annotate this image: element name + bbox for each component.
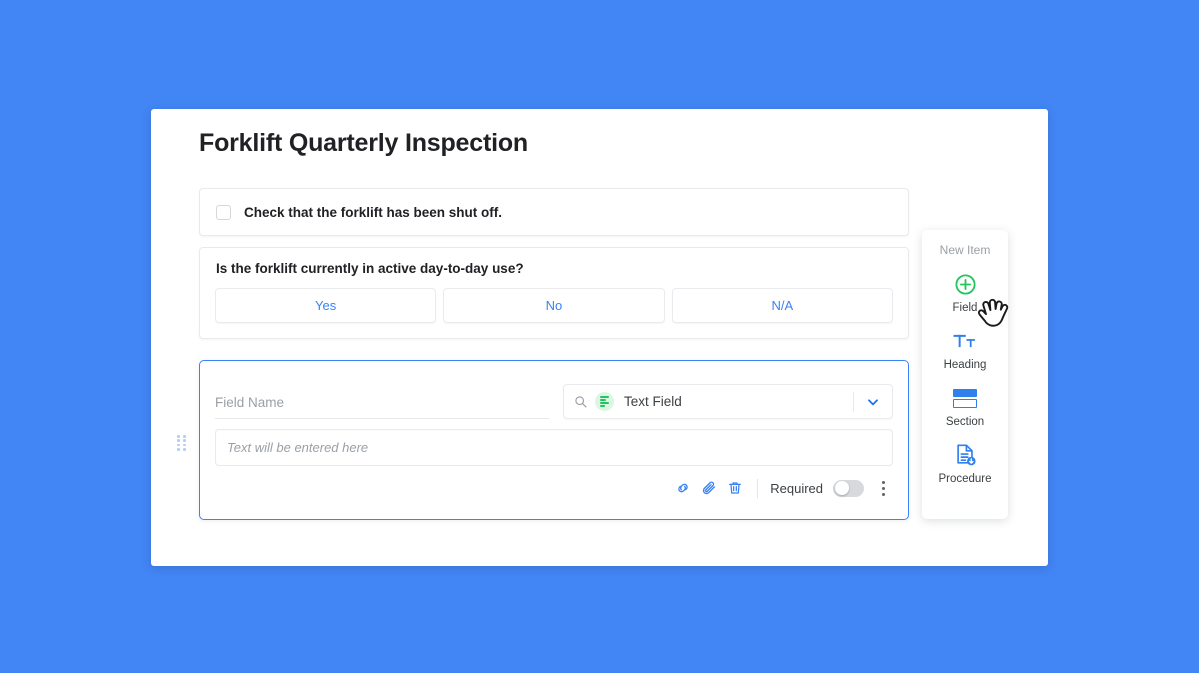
- answer-preview-input[interactable]: Text will be entered here: [215, 429, 893, 466]
- field-type-value: Text Field: [624, 394, 682, 409]
- link-icon[interactable]: [670, 475, 696, 501]
- paperclip-icon[interactable]: [696, 475, 722, 501]
- toggle-knob: [834, 481, 849, 495]
- kebab-menu-icon[interactable]: [872, 476, 894, 500]
- new-item-section-label: Section: [945, 416, 985, 428]
- section-icon: [953, 384, 977, 412]
- trash-icon[interactable]: [722, 475, 748, 501]
- choice-button-yes[interactable]: Yes: [215, 288, 437, 323]
- new-item-procedure[interactable]: Procedure: [922, 441, 1008, 485]
- field-name-input[interactable]: Field Name: [215, 387, 549, 419]
- checkbox-row: Check that the forklift has been shut of…: [200, 189, 908, 235]
- page-title: Forklift Quarterly Inspection: [199, 129, 528, 157]
- choice-button-na[interactable]: N/A: [671, 288, 893, 323]
- new-item-field[interactable]: Field: [922, 270, 1008, 314]
- checkbox-unchecked-icon[interactable]: [216, 204, 231, 220]
- choice-button-no[interactable]: No: [443, 288, 665, 323]
- field-editor-card[interactable]: Field Name Text Field Text will be enter…: [177, 360, 909, 520]
- question-label: Is the forklift currently in active day-…: [216, 261, 524, 276]
- new-item-procedure-label: Procedure: [938, 473, 992, 485]
- drag-handle-icon[interactable]: [177, 435, 188, 451]
- checkbox-label: Check that the forklift has been shut of…: [244, 204, 503, 220]
- new-item-panel: New Item Field Heading Section Procedure: [922, 230, 1008, 519]
- search-icon: [574, 395, 587, 408]
- new-item-heading[interactable]: Heading: [922, 327, 1008, 371]
- select-divider: [853, 391, 854, 412]
- field-editor-top-row: Field Name Text Field: [215, 383, 893, 419]
- heading-text-icon: [952, 327, 978, 355]
- procedure-document-icon: [954, 441, 977, 469]
- new-item-panel-title: New Item: [939, 243, 991, 257]
- choice-button-group: Yes No N/A: [215, 288, 893, 323]
- checklist-item-card[interactable]: Check that the forklift has been shut of…: [199, 188, 909, 236]
- plus-circle-icon: [954, 270, 977, 298]
- field-action-bar: Required: [670, 474, 894, 502]
- yes-no-question-card[interactable]: Is the forklift currently in active day-…: [199, 247, 909, 339]
- required-label: Required: [770, 480, 823, 496]
- required-toggle[interactable]: [833, 479, 864, 497]
- action-divider: [757, 478, 759, 498]
- chevron-down-icon[interactable]: [866, 395, 880, 409]
- field-type-select[interactable]: Text Field: [563, 384, 893, 419]
- new-item-heading-label: Heading: [943, 359, 987, 371]
- new-item-section[interactable]: Section: [922, 384, 1008, 428]
- text-field-icon: [595, 392, 614, 411]
- new-item-field-label: Field: [952, 302, 978, 314]
- form-builder-card: Forklift Quarterly Inspection Check that…: [151, 109, 1048, 566]
